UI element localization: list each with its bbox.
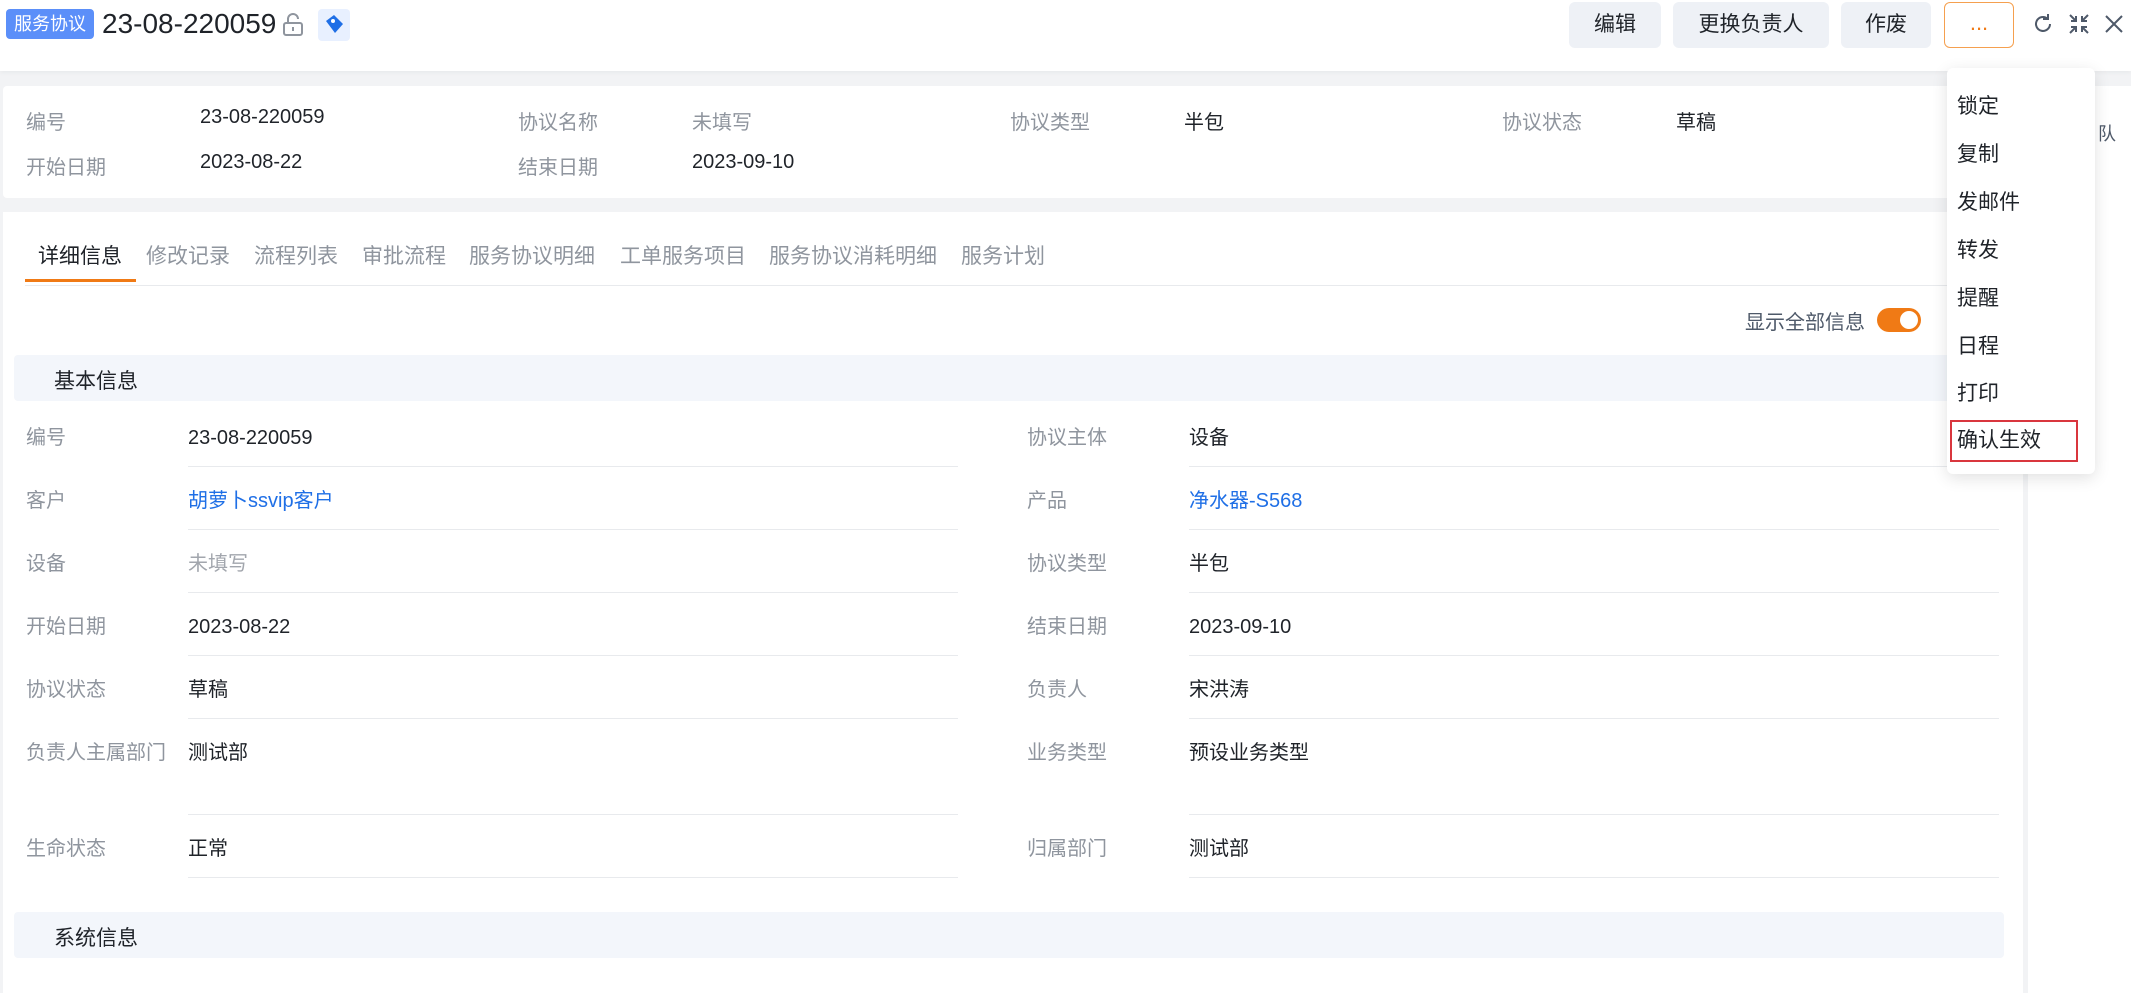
- field-label: 结束日期: [1027, 616, 1107, 638]
- field-value: 草稿: [188, 679, 228, 701]
- more-button[interactable]: ...: [1944, 2, 2014, 48]
- field-divider: [1189, 718, 1999, 719]
- summary-value: 23-08-220059: [200, 106, 325, 128]
- summary-label: 结束日期: [518, 157, 598, 179]
- tab-history[interactable]: 修改记录: [146, 240, 230, 270]
- summary-label: 协议类型: [1010, 112, 1090, 134]
- summary-label: 开始日期: [26, 157, 106, 179]
- field-divider: [188, 466, 958, 467]
- field-label: 协议状态: [26, 679, 106, 701]
- field-value: 设备: [1189, 427, 1229, 449]
- void-button[interactable]: 作废: [1841, 2, 1931, 48]
- field-value: 2023-09-10: [1189, 616, 1292, 638]
- tab-work-order-items[interactable]: 工单服务项目: [620, 240, 746, 270]
- field-divider: [188, 877, 958, 878]
- page-header: 服务协议 23-08-220059 编辑 更换负责人 作废 ...: [0, 0, 2131, 71]
- field-label: 设备: [26, 553, 66, 575]
- field-value: 2023-08-22: [188, 616, 291, 638]
- field-divider: [1189, 592, 1999, 593]
- field-label: 归属部门: [1027, 838, 1107, 860]
- field-divider: [1189, 655, 1999, 656]
- field-label: 编号: [26, 427, 66, 449]
- change-owner-button[interactable]: 更换负责人: [1673, 2, 1829, 48]
- field-value: 未填写: [188, 553, 248, 575]
- tab-details[interactable]: 详细信息: [38, 240, 122, 270]
- field-divider: [1189, 466, 1999, 467]
- summary-value: 2023-09-10: [692, 151, 795, 173]
- tab-process-list[interactable]: 流程列表: [254, 240, 338, 270]
- menu-item-remind[interactable]: 提醒: [1957, 282, 1999, 312]
- menu-item-print[interactable]: 打印: [1957, 377, 1999, 407]
- toggle-knob: [1900, 311, 1918, 329]
- field-label: 负责人: [1027, 679, 1087, 701]
- summary-value: 半包: [1184, 112, 1224, 134]
- menu-item-forward[interactable]: 转发: [1957, 234, 1999, 264]
- field-value: 23-08-220059: [188, 427, 313, 449]
- tab-consumption-details[interactable]: 服务协议消耗明细: [769, 240, 937, 270]
- field-divider: [1189, 814, 1999, 815]
- field-value: 测试部: [188, 742, 248, 764]
- field-label: 客户: [26, 490, 66, 512]
- field-divider: [188, 592, 958, 593]
- tab-approval[interactable]: 审批流程: [362, 240, 446, 270]
- active-tab-indicator: [25, 279, 136, 282]
- collapse-icon[interactable]: [2067, 12, 2091, 36]
- field-divider: [188, 718, 958, 719]
- summary-card: 编号 23-08-220059 协议名称 未填写 协议类型 半包 协议状态 草稿…: [3, 86, 2023, 198]
- field-value: 半包: [1189, 553, 1229, 575]
- menu-item-email[interactable]: 发邮件: [1957, 186, 2020, 216]
- edit-button[interactable]: 编辑: [1569, 2, 1661, 48]
- close-icon[interactable]: [2102, 12, 2126, 36]
- field-label: 开始日期: [26, 616, 106, 638]
- summary-label: 编号: [26, 112, 66, 134]
- field-value: 宋洪涛: [1189, 679, 1249, 701]
- field-divider: [1189, 877, 1999, 878]
- field-divider: [188, 814, 958, 815]
- field-label: 生命状态: [26, 838, 106, 860]
- customer-link[interactable]: 胡萝卜ssvip客户: [188, 485, 334, 517]
- field-divider: [188, 655, 958, 656]
- tab-service-plan[interactable]: 服务计划: [961, 240, 1045, 270]
- show-all-label: 显示全部信息: [1745, 312, 1865, 334]
- menu-item-confirm-effective[interactable]: 确认生效: [1957, 424, 2041, 454]
- field-value: 正常: [188, 838, 228, 860]
- detail-card: 详细信息 修改记录 流程列表 审批流程 服务协议明细 工单服务项目 服务协议消耗…: [3, 212, 2023, 993]
- summary-value: 草稿: [1676, 112, 1716, 134]
- field-label: 负责人主属部门: [26, 742, 166, 764]
- summary-label: 协议状态: [1502, 112, 1582, 134]
- menu-item-copy[interactable]: 复制: [1957, 138, 1999, 168]
- section-title: 系统信息: [54, 927, 138, 950]
- more-actions-menu: 锁定 复制 发邮件 转发 提醒 日程 打印 确认生效: [1947, 68, 2095, 474]
- menu-item-schedule[interactable]: 日程: [1957, 330, 1999, 360]
- field-label: 业务类型: [1027, 742, 1107, 764]
- field-label: 协议类型: [1027, 553, 1107, 575]
- field-value: 预设业务类型: [1189, 742, 1309, 764]
- tab-divider: [25, 285, 2013, 286]
- summary-label: 协议名称: [518, 112, 598, 134]
- page-title: 23-08-220059: [102, 8, 277, 39]
- product-link[interactable]: 净水器-S568: [1189, 485, 1302, 517]
- side-panel-text: 队: [2098, 124, 2116, 144]
- section-basic-info[interactable]: 基本信息: [14, 355, 2004, 401]
- field-value: 测试部: [1189, 838, 1249, 860]
- menu-item-lock[interactable]: 锁定: [1957, 90, 1999, 120]
- label-tag-icon[interactable]: [318, 9, 350, 41]
- summary-value: 未填写: [692, 112, 752, 134]
- record-type-tag: 服务协议: [6, 9, 94, 39]
- field-divider: [1189, 529, 1999, 530]
- field-label: 产品: [1027, 490, 1067, 512]
- unlock-icon[interactable]: [282, 13, 304, 37]
- summary-value: 2023-08-22: [200, 151, 303, 173]
- field-label: 协议主体: [1027, 427, 1107, 449]
- field-divider: [188, 529, 958, 530]
- show-all-toggle[interactable]: [1877, 308, 1921, 332]
- section-system-info[interactable]: 系统信息: [14, 912, 2004, 958]
- tab-agreement-details[interactable]: 服务协议明细: [469, 240, 595, 270]
- section-title: 基本信息: [54, 370, 138, 393]
- refresh-icon[interactable]: [2031, 12, 2055, 36]
